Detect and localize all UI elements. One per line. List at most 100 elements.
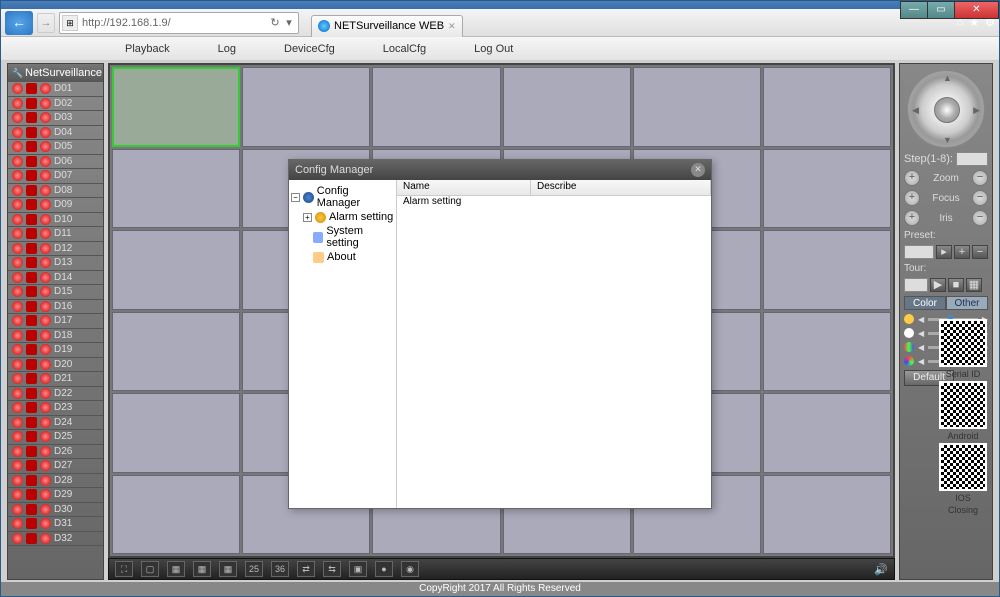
fullscreen-icon[interactable]: ⛶ (115, 561, 133, 577)
iris-out-button[interactable]: − (972, 210, 988, 226)
zoom-out-button[interactable]: − (972, 170, 988, 186)
channel-list[interactable]: D01D02D03D04D05D06D07D08D09D10D11D12D13D… (8, 82, 103, 579)
browser-tab[interactable]: NETSurveillance WEB ✕ (311, 15, 463, 37)
channel-row[interactable]: D18 (8, 329, 103, 344)
minimize-button[interactable]: — (900, 1, 928, 19)
menu-log[interactable]: Log (194, 37, 260, 61)
step-select[interactable]: 5 (956, 152, 988, 166)
view-16-icon[interactable]: ▦ (219, 561, 237, 577)
iris-in-button[interactable]: + (904, 210, 920, 226)
slider-left-icon[interactable]: ◀ (918, 315, 924, 324)
list-row[interactable]: Alarm setting (397, 196, 711, 210)
tour-play-button[interactable]: ▶ (930, 278, 946, 292)
snapshot-icon[interactable]: ▣ (349, 561, 367, 577)
channel-row[interactable]: D22 (8, 387, 103, 402)
channel-row[interactable]: D17 (8, 314, 103, 329)
video-cell[interactable] (763, 67, 891, 147)
tree-root[interactable]: − Config Manager (291, 184, 394, 210)
channel-row[interactable]: D16 (8, 300, 103, 315)
maximize-button[interactable]: ▭ (927, 1, 955, 19)
video-cell[interactable] (763, 475, 891, 555)
channel-row[interactable]: D23 (8, 401, 103, 416)
video-cell[interactable] (242, 67, 370, 147)
ptz-down-icon[interactable]: ▼ (943, 135, 952, 145)
menu-localcfg[interactable]: LocalCfg (359, 37, 450, 61)
channel-row[interactable]: D24 (8, 416, 103, 431)
tour-input[interactable] (904, 278, 928, 292)
disconnect-all-icon[interactable]: ⇆ (323, 561, 341, 577)
video-cell[interactable] (112, 67, 240, 147)
ptz-left-icon[interactable]: ◀ (912, 105, 919, 116)
tree-system[interactable]: System setting (291, 224, 394, 250)
ptz-up-icon[interactable]: ▲ (943, 73, 952, 83)
video-cell[interactable] (763, 312, 891, 392)
channel-row[interactable]: D15 (8, 285, 103, 300)
channel-row[interactable]: D05 (8, 140, 103, 155)
channel-row[interactable]: D07 (8, 169, 103, 184)
preset-del-button[interactable]: − (972, 245, 988, 259)
col-describe[interactable]: Describe (531, 180, 711, 195)
channel-row[interactable]: D11 (8, 227, 103, 242)
video-cell[interactable] (763, 230, 891, 310)
video-cell[interactable] (763, 149, 891, 229)
channel-row[interactable]: D09 (8, 198, 103, 213)
video-cell[interactable] (112, 230, 240, 310)
expand-icon[interactable]: − (291, 193, 300, 202)
tour-stop-button[interactable]: ■ (948, 278, 964, 292)
focus-out-button[interactable]: − (972, 190, 988, 206)
slider-left-icon[interactable]: ◀ (918, 329, 924, 338)
dialog-titlebar[interactable]: Config Manager ✕ (289, 160, 711, 180)
video-cell[interactable] (112, 312, 240, 392)
video-cell[interactable] (763, 393, 891, 473)
channel-row[interactable]: D01 (8, 82, 103, 97)
ptz-right-icon[interactable]: ▶ (973, 105, 980, 116)
stop-record-icon[interactable]: ◉ (401, 561, 419, 577)
view-9-icon[interactable]: ▦ (193, 561, 211, 577)
channel-row[interactable]: D31 (8, 517, 103, 532)
dialog-close-button[interactable]: ✕ (691, 163, 705, 177)
slider-left-icon[interactable]: ◀ (918, 357, 924, 366)
address-bar[interactable]: ⊞ http://192.168.1.9/ ↻ ▾ (59, 12, 299, 34)
tab-other[interactable]: Other (946, 296, 988, 310)
channel-row[interactable]: D10 (8, 213, 103, 228)
channel-row[interactable]: D32 (8, 532, 103, 547)
ptz-center-button[interactable] (934, 97, 960, 123)
tree-alarm[interactable]: + Alarm setting (291, 210, 394, 224)
view-36-icon[interactable]: 36 (271, 561, 289, 577)
video-cell[interactable] (112, 149, 240, 229)
video-cell[interactable] (112, 475, 240, 555)
close-button[interactable]: ✕ (954, 1, 999, 19)
menu-logout[interactable]: Log Out (450, 37, 537, 61)
refresh-icon[interactable]: ↻ (268, 16, 282, 29)
video-cell[interactable] (372, 67, 500, 147)
channel-row[interactable]: D30 (8, 503, 103, 518)
ptz-wheel[interactable]: ▲ ▼ ◀ ▶ (907, 70, 985, 148)
nav-forward-button[interactable]: → (37, 13, 55, 33)
channel-row[interactable]: D27 (8, 459, 103, 474)
nav-back-button[interactable]: ← (5, 11, 33, 35)
view-25-icon[interactable]: 25 (245, 561, 263, 577)
channel-row[interactable]: D04 (8, 126, 103, 141)
channel-row[interactable]: D29 (8, 488, 103, 503)
channel-row[interactable]: D06 (8, 155, 103, 170)
channel-row[interactable]: D12 (8, 242, 103, 257)
channel-row[interactable]: D14 (8, 271, 103, 286)
video-cell[interactable] (503, 67, 631, 147)
tree-about[interactable]: About (291, 250, 394, 264)
tour-grid-button[interactable]: ▦ (966, 278, 982, 292)
channel-row[interactable]: D25 (8, 430, 103, 445)
tab-color[interactable]: Color (904, 296, 946, 310)
tab-close-icon[interactable]: ✕ (448, 21, 456, 32)
video-cell[interactable] (112, 393, 240, 473)
channel-row[interactable]: D13 (8, 256, 103, 271)
preset-add-button[interactable]: + (954, 245, 970, 259)
preset-go-button[interactable]: ▸ (936, 245, 952, 259)
channel-row[interactable]: D20 (8, 358, 103, 373)
preset-input[interactable] (904, 245, 934, 259)
channel-row[interactable]: D08 (8, 184, 103, 199)
record-all-icon[interactable]: ● (375, 561, 393, 577)
video-cell[interactable] (633, 67, 761, 147)
sound-icon[interactable]: 🔊 (874, 563, 888, 576)
focus-in-button[interactable]: + (904, 190, 920, 206)
expand-icon[interactable]: + (303, 213, 312, 222)
